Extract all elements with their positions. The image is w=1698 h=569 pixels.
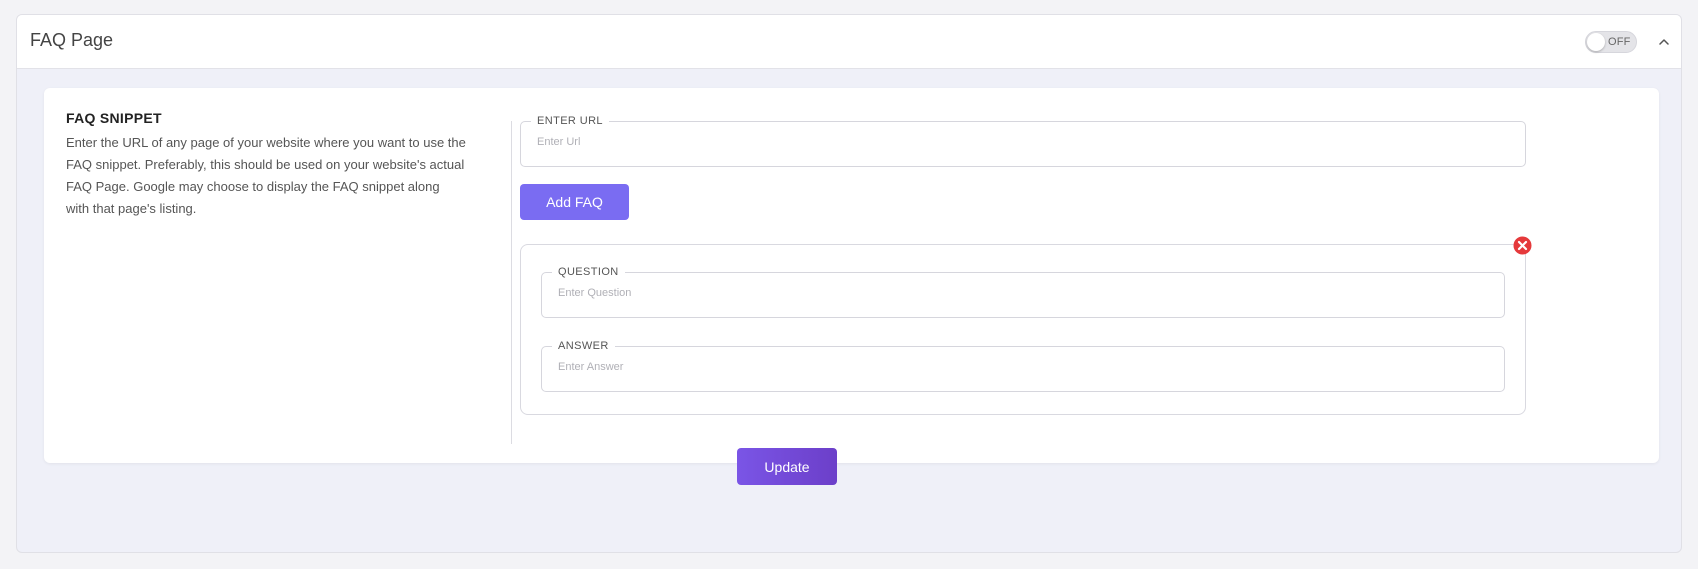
- remove-circle-icon-svg: [1513, 236, 1532, 255]
- chevron-up-icon[interactable]: [1654, 32, 1674, 52]
- question-label: QUESTION: [552, 265, 625, 279]
- snippet-title: FAQ SNIPPET: [66, 110, 162, 126]
- answer-input[interactable]: [556, 360, 1422, 374]
- panel-header: FAQ Page OFF: [17, 15, 1681, 69]
- question-input[interactable]: [556, 286, 1422, 300]
- update-button[interactable]: Update: [737, 448, 837, 485]
- add-faq-button[interactable]: Add FAQ: [520, 184, 629, 220]
- answer-label: ANSWER: [552, 339, 615, 353]
- faq-toggle[interactable]: OFF: [1585, 31, 1637, 53]
- snippet-description: Enter the URL of any page of your websit…: [66, 135, 466, 216]
- chevron-up-icon-svg: [1659, 39, 1669, 45]
- toggle-label: OFF: [1608, 36, 1631, 48]
- column-divider: [511, 121, 512, 444]
- panel-title: FAQ Page: [30, 30, 114, 50]
- question-fieldset: QUESTION: [541, 265, 1505, 318]
- snippet-info: FAQ SNIPPET Enter the URL of any page of…: [66, 110, 466, 220]
- url-fieldset: ENTER URL: [520, 114, 1526, 167]
- faq-item: QUESTION ANSWER: [520, 244, 1526, 415]
- faq-page-panel: FAQ Page OFF FAQ SNIPPET Enter the URL o…: [16, 14, 1682, 553]
- remove-circle-icon[interactable]: [1513, 236, 1532, 255]
- url-label: ENTER URL: [531, 114, 609, 128]
- url-input[interactable]: [535, 135, 1439, 149]
- answer-fieldset: ANSWER: [541, 339, 1505, 392]
- faq-snippet-card: FAQ SNIPPET Enter the URL of any page of…: [44, 88, 1659, 463]
- toggle-knob: [1587, 33, 1605, 51]
